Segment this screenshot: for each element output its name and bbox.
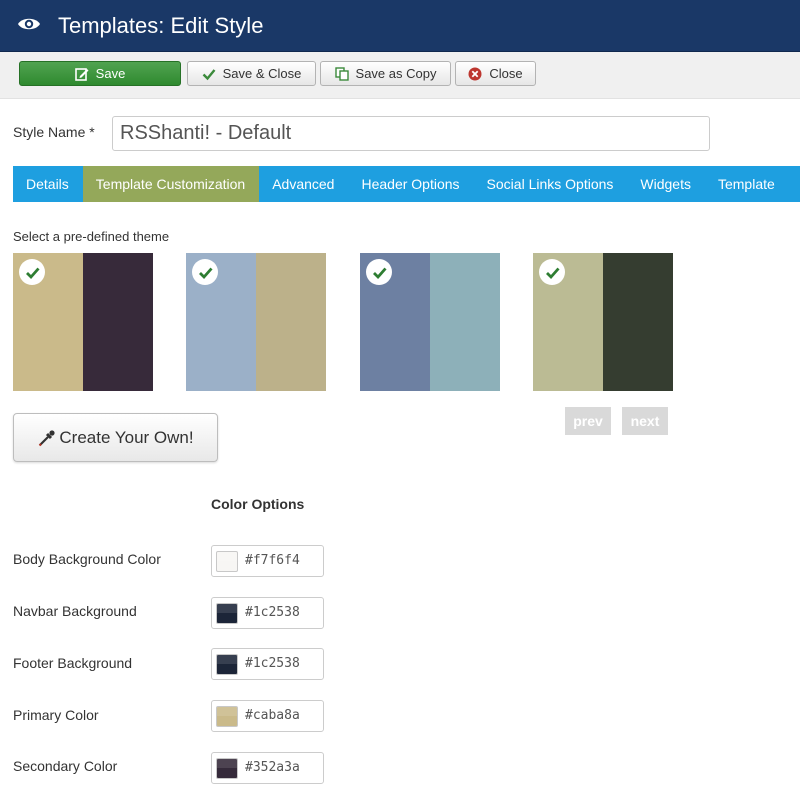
- toolbar: Save Save & Close Save as Copy Close: [0, 52, 800, 99]
- color-option-label: Primary Color: [13, 707, 99, 723]
- next-button[interactable]: next: [622, 407, 668, 435]
- color-value: #f7f6f4: [245, 553, 300, 568]
- color-preview-chip: [216, 654, 238, 675]
- color-value: #caba8a: [245, 708, 300, 723]
- color-option-label: Secondary Color: [13, 758, 118, 774]
- selected-check-icon: [366, 259, 392, 285]
- close-label: Close: [489, 66, 523, 81]
- tab-header-options[interactable]: Header Options: [348, 166, 473, 202]
- tab-bar: Details Template Customization Advanced …: [13, 166, 800, 202]
- style-name-label: Style Name *: [13, 124, 95, 140]
- color-picker-field[interactable]: #f7f6f4: [211, 545, 324, 577]
- color-picker-field[interactable]: #caba8a: [211, 700, 324, 732]
- save-as-copy-label: Save as Copy: [355, 66, 437, 81]
- color-option-label: Footer Background: [13, 655, 133, 671]
- save-close-label: Save & Close: [222, 66, 302, 81]
- check-icon: [202, 68, 216, 80]
- color-picker-field[interactable]: #352a3a: [211, 752, 324, 784]
- theme-swatch[interactable]: [533, 253, 673, 391]
- theme-secondary-color: [83, 253, 153, 391]
- selected-check-icon: [539, 259, 565, 285]
- selected-check-icon: [192, 259, 218, 285]
- tab-widgets[interactable]: Widgets: [627, 166, 705, 202]
- save-button[interactable]: Save: [19, 61, 181, 86]
- copy-icon: [334, 66, 349, 81]
- theme-swatch[interactable]: [186, 253, 326, 391]
- color-option-label: Navbar Background: [13, 603, 137, 619]
- tab-template[interactable]: Template: [705, 166, 789, 202]
- tab-social-links-options[interactable]: Social Links Options: [474, 166, 628, 202]
- prev-button[interactable]: prev: [565, 407, 611, 435]
- style-name-input[interactable]: [112, 116, 710, 151]
- create-your-own-label: Create Your Own!: [59, 427, 194, 447]
- tab-template-customization[interactable]: Template Customization: [82, 166, 260, 202]
- selected-check-icon: [19, 259, 45, 285]
- close-button[interactable]: Close: [455, 61, 536, 86]
- cancel-icon: [468, 67, 482, 80]
- color-preview-chip: [216, 706, 238, 727]
- color-value: #352a3a: [245, 760, 300, 775]
- theme-secondary-color: [256, 253, 326, 391]
- color-options-heading: Color Options: [211, 496, 305, 512]
- save-as-copy-button[interactable]: Save as Copy: [320, 61, 451, 86]
- color-option-label: Body Background Color: [13, 551, 161, 567]
- edit-icon: [74, 67, 89, 81]
- page-title: Templates: Edit Style: [58, 13, 264, 38]
- create-your-own-button[interactable]: Create Your Own!: [13, 413, 218, 462]
- theme-swatch[interactable]: [13, 253, 153, 391]
- tab-advanced[interactable]: Advanced: [259, 166, 348, 202]
- color-preview-chip: [216, 551, 238, 572]
- theme-section-label: Select a pre-defined theme: [13, 229, 170, 244]
- tab-details[interactable]: Details: [13, 166, 83, 202]
- color-picker-field[interactable]: #1c2538: [211, 597, 324, 629]
- eye-icon: [18, 18, 40, 30]
- color-picker-field[interactable]: #1c2538: [211, 648, 324, 680]
- color-preview-chip: [216, 758, 238, 779]
- theme-secondary-color: [603, 253, 673, 391]
- theme-swatch[interactable]: [360, 253, 500, 391]
- color-value: #1c2538: [245, 656, 300, 671]
- save-button-label: Save: [95, 66, 126, 81]
- theme-secondary-color: [430, 253, 500, 391]
- eyedropper-icon: [39, 429, 55, 446]
- color-preview-chip: [216, 603, 238, 624]
- color-value: #1c2538: [245, 605, 300, 620]
- title-bar: Templates: Edit Style: [0, 0, 800, 52]
- save-close-button[interactable]: Save & Close: [187, 61, 316, 86]
